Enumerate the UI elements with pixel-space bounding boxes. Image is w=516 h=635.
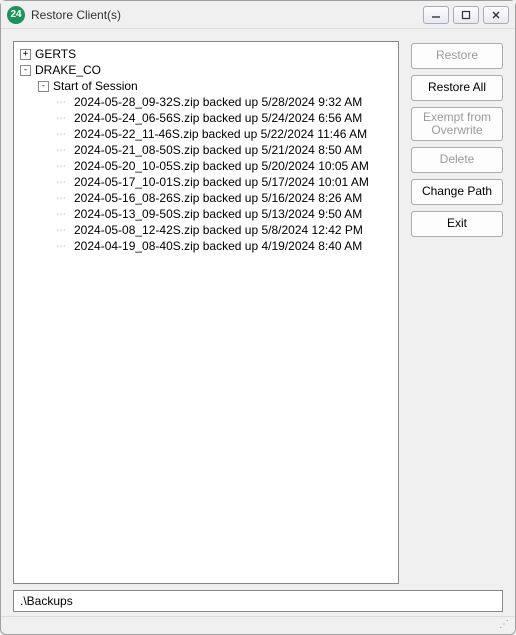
app-icon: 24	[7, 6, 25, 24]
tree-connector-icon: ⋯	[56, 209, 74, 220]
tree-item[interactable]: ⋯2024-05-13_09-50S.zip backed up 5/13/20…	[16, 206, 396, 222]
tree-item-label: DRAKE_CO	[35, 63, 101, 77]
restore-all-button[interactable]: Restore All	[411, 75, 503, 101]
tree-item[interactable]: ⋯2024-05-22_11-46S.zip backed up 5/22/20…	[16, 126, 396, 142]
tree-item-label: 2024-05-24_06-56S.zip backed up 5/24/202…	[74, 111, 362, 125]
close-icon	[491, 10, 501, 20]
tree-connector-icon: ⋯	[56, 145, 74, 156]
tree-item[interactable]: ⋯2024-05-17_10-01S.zip backed up 5/17/20…	[16, 174, 396, 190]
tree-item[interactable]: -DRAKE_CO	[16, 62, 396, 78]
change-path-button[interactable]: Change Path	[411, 179, 503, 205]
tree-item[interactable]: ⋯2024-05-08_12-42S.zip backed up 5/8/202…	[16, 222, 396, 238]
window: 24 Restore Client(s) +GERTS-DRAKE_CO-Sta…	[0, 0, 516, 635]
tree-item-label: GERTS	[35, 47, 76, 61]
tree-item-label: 2024-05-28_09-32S.zip backed up 5/28/202…	[74, 95, 362, 109]
exit-button[interactable]: Exit	[411, 211, 503, 237]
maximize-button[interactable]	[453, 6, 479, 24]
exempt-overwrite-button: Exempt from Overwrite	[411, 107, 503, 141]
tree-item-label: 2024-05-16_08-26S.zip backed up 5/16/202…	[74, 191, 362, 205]
tree-connector-icon: ⋯	[56, 113, 74, 124]
delete-button: Delete	[411, 147, 503, 173]
path-field[interactable]: .\Backups	[13, 590, 503, 612]
collapse-icon[interactable]: -	[38, 81, 49, 92]
tree-item[interactable]: ⋯2024-05-21_08-50S.zip backed up 5/21/20…	[16, 142, 396, 158]
titlebar: 24 Restore Client(s)	[1, 1, 515, 29]
content-area: +GERTS-DRAKE_CO-Start of Session⋯2024-05…	[1, 29, 515, 590]
close-button[interactable]	[483, 6, 509, 24]
tree-connector-icon: ⋯	[56, 193, 74, 204]
backup-tree[interactable]: +GERTS-DRAKE_CO-Start of Session⋯2024-05…	[13, 41, 399, 584]
tree-item-label: 2024-05-17_10-01S.zip backed up 5/17/202…	[74, 175, 369, 189]
tree-item[interactable]: ⋯2024-05-24_06-56S.zip backed up 5/24/20…	[16, 110, 396, 126]
tree-connector-icon: ⋯	[56, 177, 74, 188]
tree-item-label: 2024-05-20_10-05S.zip backed up 5/20/202…	[74, 159, 369, 173]
maximize-icon	[461, 10, 471, 20]
tree-item-label: 2024-04-19_08-40S.zip backed up 4/19/202…	[74, 239, 362, 253]
window-title: Restore Client(s)	[31, 8, 419, 22]
tree-item[interactable]: ⋯2024-05-20_10-05S.zip backed up 5/20/20…	[16, 158, 396, 174]
tree-item[interactable]: ⋯2024-05-16_08-26S.zip backed up 5/16/20…	[16, 190, 396, 206]
path-text: .\Backups	[20, 594, 73, 608]
tree-item[interactable]: -Start of Session	[16, 78, 396, 94]
minimize-button[interactable]	[423, 6, 449, 24]
tree-item-label: 2024-05-08_12-42S.zip backed up 5/8/2024…	[74, 223, 363, 237]
minimize-icon	[431, 10, 441, 20]
button-panel: Restore Restore All Exempt from Overwrite D…	[411, 41, 503, 584]
tree-item-label: 2024-05-13_09-50S.zip backed up 5/13/202…	[74, 207, 362, 221]
tree-connector-icon: ⋯	[56, 129, 74, 140]
tree-connector-icon: ⋯	[56, 225, 74, 236]
resize-grip[interactable]: ⋰	[499, 620, 511, 632]
statusbar: ⋰	[1, 616, 515, 634]
tree-item[interactable]: ⋯2024-04-19_08-40S.zip backed up 4/19/20…	[16, 238, 396, 254]
expand-icon[interactable]: +	[20, 49, 31, 60]
tree-connector-icon: ⋯	[56, 161, 74, 172]
tree-item-label: Start of Session	[53, 79, 138, 93]
restore-button: Restore	[411, 43, 503, 69]
tree-item[interactable]: + GERTS	[16, 46, 396, 62]
collapse-icon[interactable]: -	[20, 65, 31, 76]
tree-connector-icon: ⋯	[56, 97, 74, 108]
tree-connector-icon: ⋯	[56, 241, 74, 252]
tree-item[interactable]: ⋯2024-05-28_09-32S.zip backed up 5/28/20…	[16, 94, 396, 110]
tree-item-label: 2024-05-22_11-46S.zip backed up 5/22/202…	[74, 127, 367, 141]
tree-item-label: 2024-05-21_08-50S.zip backed up 5/21/202…	[74, 143, 362, 157]
